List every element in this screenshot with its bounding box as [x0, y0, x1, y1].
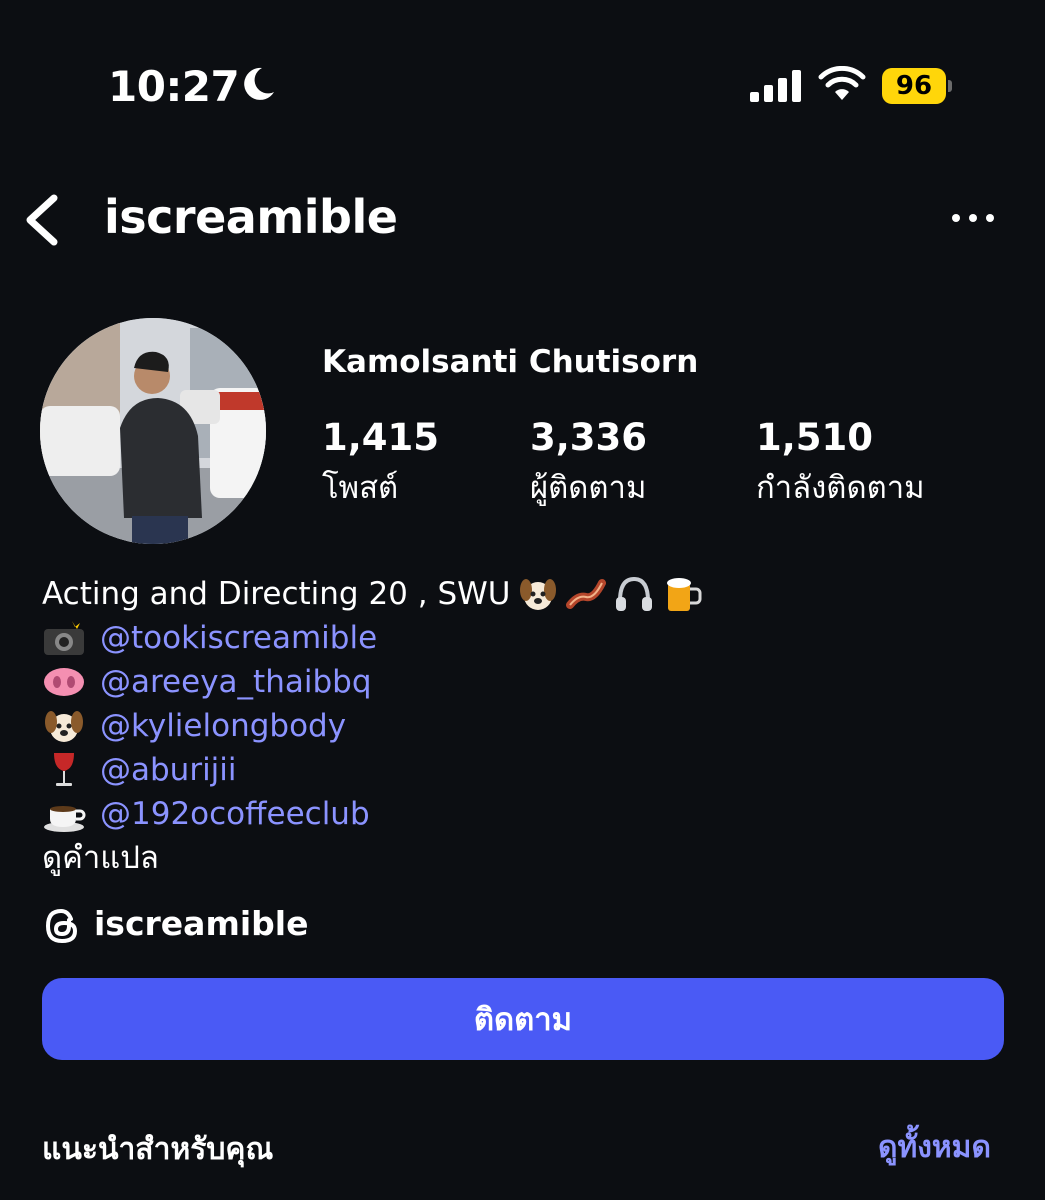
bio-link-row[interactable]: @tookiscreamible — [42, 616, 702, 660]
wine-glass-emoji — [54, 753, 74, 786]
threads-username[interactable]: iscreamible — [94, 904, 308, 943]
camera-flash-emoji — [44, 621, 84, 655]
stat-posts-count[interactable]: 1,415 — [322, 416, 439, 459]
bio-link-row[interactable]: @areeya_thaibbq — [42, 660, 702, 704]
battery-icon: 96 — [882, 68, 952, 104]
bio-link-handle[interactable]: @areeya_thaibbq — [100, 660, 372, 704]
profile-bio: Acting and Directing 20 , SWU @tookiscre… — [42, 572, 702, 880]
suggested-for-you-title: แนะนำสำหรับคุณ — [42, 1132, 274, 1167]
see-all-link[interactable]: ดูทั้งหมด — [878, 1124, 991, 1171]
bio-link-row[interactable]: @kylielongbody — [42, 704, 702, 748]
stat-posts-label[interactable]: โพสต์ — [322, 462, 398, 512]
bio-line-1: Acting and Directing 20 , SWU — [42, 572, 702, 616]
bio-link-row[interactable]: @aburijii — [42, 748, 702, 792]
headphones-emoji — [616, 576, 653, 611]
bio-text: Acting and Directing 20 , SWU — [42, 576, 511, 612]
bacon-emoji — [566, 579, 607, 609]
bio-link-handle[interactable]: @192ocoffeeclub — [100, 792, 370, 836]
threads-icon[interactable] — [42, 906, 82, 946]
dog-face-emoji — [520, 579, 557, 610]
translate-link[interactable]: ดูคำแปล — [42, 836, 702, 880]
battery-cap — [948, 80, 952, 92]
more-options-icon[interactable] — [950, 208, 996, 228]
bio-link-row[interactable]: @192ocoffeeclub — [42, 792, 702, 836]
moon-icon — [244, 67, 274, 100]
bio-link-handle[interactable]: @kylielongbody — [100, 704, 346, 748]
back-chevron-icon[interactable] — [22, 192, 62, 248]
bio-link-handle[interactable]: @aburijii — [100, 748, 237, 792]
wifi-icon — [818, 66, 866, 100]
coffee-emoji — [44, 806, 86, 832]
beer-mug-emoji — [667, 578, 702, 611]
header-username: iscreamible — [104, 190, 398, 244]
dog-face-emoji — [45, 711, 83, 742]
cellular-signal-icon — [750, 70, 801, 102]
battery-level: 96 — [882, 68, 946, 104]
profile-full-name: Kamolsanti Chutisorn — [322, 344, 699, 380]
stat-following-label[interactable]: กำลังติดตาม — [756, 462, 925, 512]
stat-followers-label[interactable]: ผู้ติดตาม — [530, 462, 646, 512]
avatar-photo — [40, 318, 266, 544]
pig-nose-emoji — [44, 668, 84, 696]
status-time: 10:27 — [108, 62, 240, 111]
bio-link-handle[interactable]: @tookiscreamible — [100, 616, 377, 660]
profile-avatar[interactable] — [40, 318, 266, 544]
stat-following-count[interactable]: 1,510 — [756, 416, 873, 459]
follow-button[interactable]: ติดตาม — [42, 978, 1004, 1060]
stat-followers-count[interactable]: 3,336 — [530, 416, 647, 459]
